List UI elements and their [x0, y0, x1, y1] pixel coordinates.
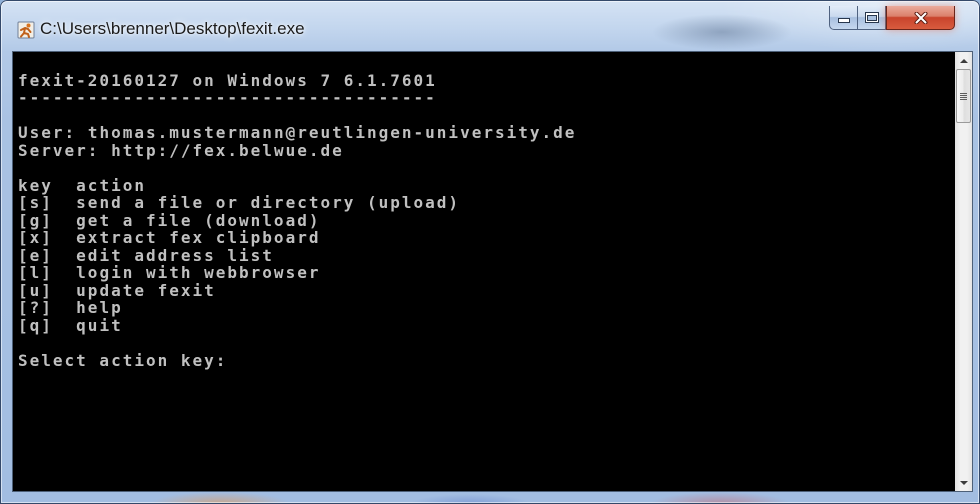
- menu-action: quit: [76, 315, 123, 335]
- menu-key: [e]: [18, 245, 53, 265]
- server-line: Server: http://fex.belwue.de: [18, 140, 955, 160]
- menu-item-login: [l] login with webbrowser: [18, 264, 955, 282]
- header-rule: ------------------------------------: [18, 88, 437, 107]
- menu-item-update: [u] update fexit: [18, 280, 955, 300]
- menu-action: login with webbrowser: [76, 263, 321, 282]
- close-button[interactable]: [886, 6, 955, 30]
- menu-key: [l]: [18, 263, 53, 282]
- server-label: Server:: [18, 140, 100, 160]
- menu-header-key: key: [18, 175, 53, 195]
- scroll-down-button[interactable]: [955, 474, 972, 491]
- maximize-icon: [864, 12, 879, 23]
- arrow-up-icon: [959, 58, 968, 63]
- arrow-down-icon: [959, 480, 968, 485]
- menu-header-action: action: [76, 175, 146, 195]
- menu-item-help: [?] help: [18, 299, 955, 317]
- menu-key: [q]: [18, 315, 53, 335]
- menu-key: [?]: [18, 298, 53, 317]
- title-bar[interactable]: C:\Users\brenner\Desktop\fexit.exe: [0, 0, 980, 52]
- server-value: http://fex.belwue.de: [111, 140, 344, 160]
- menu-item-extract: [x] extract fex clipboard: [18, 229, 955, 247]
- window-title: C:\Users\brenner\Desktop\fexit.exe: [40, 19, 305, 38]
- menu-action: update fexit: [76, 280, 216, 300]
- caption-buttons: [829, 6, 955, 30]
- menu-item-edit: [e] edit address list: [18, 245, 955, 265]
- menu-header: key action: [18, 175, 955, 195]
- user-value: thomas.mustermann@reutlingen-university.…: [87, 123, 577, 142]
- minimize-button[interactable]: [829, 6, 857, 30]
- menu-item-get: [g] get a file (download): [18, 210, 955, 230]
- prompt-line: Select action key:: [18, 350, 955, 370]
- menu-item-send: [s] send a file or directory (upload): [18, 194, 955, 212]
- scroll-up-button[interactable]: [955, 52, 972, 69]
- user-line: User: thomas.mustermann@reutlingen-unive…: [18, 124, 955, 142]
- scroll-thumb[interactable]: [956, 69, 971, 123]
- fexit-app-icon[interactable]: [17, 21, 35, 39]
- vertical-scrollbar[interactable]: [955, 52, 972, 491]
- console-output[interactable]: fexit-20160127 on Windows 7 6.1.7601 ---…: [13, 52, 955, 491]
- menu-action: get a file (download): [76, 210, 321, 230]
- menu-item-quit: [q] quit: [18, 315, 955, 335]
- menu-key: [g]: [18, 210, 53, 230]
- client-area: fexit-20160127 on Windows 7 6.1.7601 ---…: [12, 51, 973, 492]
- menu-key: [s]: [18, 193, 53, 212]
- menu-key: [u]: [18, 280, 53, 300]
- menu-key: [x]: [18, 228, 53, 247]
- menu-action: send a file or directory (upload): [76, 193, 461, 212]
- close-icon: [914, 11, 927, 24]
- maximize-button[interactable]: [857, 6, 886, 30]
- menu-action: edit address list: [76, 245, 274, 265]
- minimize-icon: [837, 18, 850, 23]
- grip-icon: [960, 92, 967, 100]
- console-window: C:\Users\brenner\Desktop\fexit.exe fexit…: [0, 0, 980, 504]
- app-version-line: fexit-20160127 on Windows 7 6.1.7601: [18, 70, 437, 90]
- menu-action: help: [76, 298, 123, 317]
- user-label: User:: [18, 123, 77, 142]
- menu-action: extract fex clipboard: [76, 228, 321, 247]
- prompt-label: Select action key:: [18, 350, 228, 370]
